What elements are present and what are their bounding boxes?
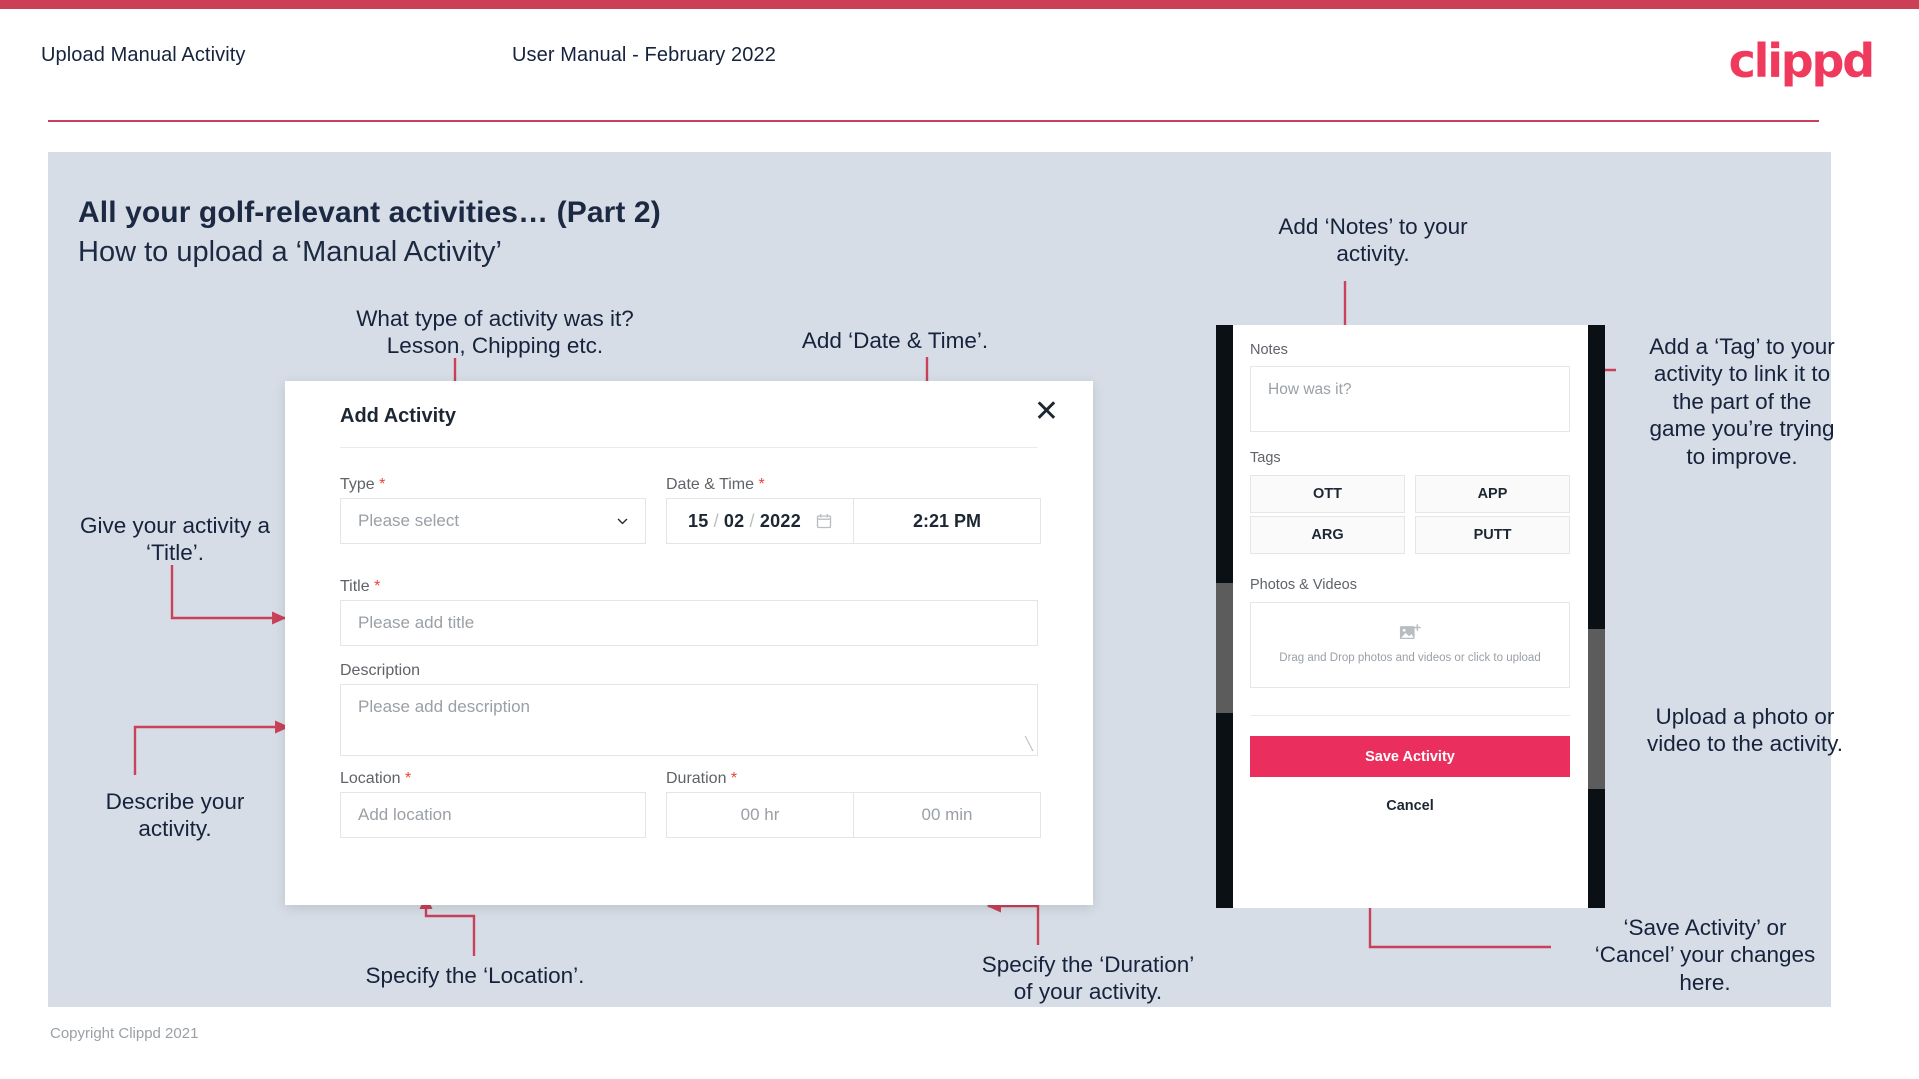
duration-minutes-input[interactable]: 00 min	[854, 793, 1040, 837]
location-placeholder: Add location	[358, 805, 452, 824]
annotation-tags: Add a ‘Tag’ to your activity to link it …	[1649, 334, 1835, 469]
time-input[interactable]: 2:21 PM	[854, 499, 1040, 543]
required-asterisk: *	[374, 476, 386, 493]
dialog-header: Add Activity ✕	[285, 381, 1093, 447]
annotation-duration: Specify the ‘Duration’ of your activity.	[981, 952, 1195, 1005]
tags-label: Tags	[1250, 450, 1281, 466]
type-placeholder: Please select	[358, 511, 460, 530]
required-asterisk: *	[400, 770, 412, 787]
annotation-location: Specify the ‘Location’.	[365, 963, 585, 988]
chevron-down-icon	[617, 518, 628, 525]
duration-label-text: Duration	[666, 770, 727, 787]
phone-power-button-right	[1588, 629, 1605, 789]
description-input[interactable]: Please add description ╲	[340, 684, 1038, 756]
annotation-description: Describe your activity.	[105, 789, 245, 842]
tag-app[interactable]: APP	[1415, 475, 1570, 513]
annotation-save: ‘Save Activity’ or ‘Cancel’ your changes…	[1594, 915, 1816, 995]
location-input[interactable]: Add location	[340, 792, 646, 838]
dropzone-text: Drag and Drop photos and videos or click…	[1279, 651, 1541, 664]
datetime-label-text: Date & Time	[666, 476, 755, 493]
slide-subtitle: How to upload a ‘Manual Activity’	[78, 236, 502, 268]
notes-label: Notes	[1250, 342, 1288, 358]
header-subtitle: User Manual - February 2022	[512, 44, 776, 66]
annotation-type: What type of activity was it? Lesson, Ch…	[356, 306, 634, 359]
duration-hours-input[interactable]: 00 hr	[667, 793, 853, 837]
page-title: Upload Manual Activity	[41, 44, 246, 66]
photo-dropzone[interactable]: Drag and Drop photos and videos or click…	[1250, 602, 1570, 688]
duration-field: 00 hr 00 min	[666, 792, 1041, 838]
date-sep-1: /	[713, 510, 719, 531]
calendar-icon[interactable]	[816, 513, 832, 529]
date-day: 15	[687, 510, 709, 531]
notes-input[interactable]: How was it?	[1250, 366, 1570, 432]
tag-putt[interactable]: PUTT	[1415, 516, 1570, 554]
title-label: Title *	[340, 578, 380, 596]
page-root: Upload Manual Activity User Manual - Feb…	[0, 0, 1919, 1079]
type-label: Type *	[340, 476, 385, 494]
description-placeholder: Please add description	[358, 697, 531, 716]
clippd-logo: clippd	[1728, 34, 1876, 88]
dialog-divider	[340, 447, 1038, 448]
required-asterisk: *	[369, 578, 381, 595]
type-select[interactable]: Please select	[340, 498, 646, 544]
top-accent-stripe	[0, 0, 1919, 9]
date-input[interactable]: 15 / 02 / 2022	[667, 499, 853, 543]
title-placeholder: Please add title	[358, 613, 475, 632]
location-label: Location *	[340, 770, 411, 788]
phone-divider	[1250, 715, 1570, 716]
header-divider	[48, 120, 1819, 122]
type-label-text: Type	[340, 476, 375, 493]
phone-volume-button-left	[1216, 583, 1233, 713]
title-label-text: Title	[340, 578, 370, 595]
phone-bezel-left	[1216, 325, 1233, 908]
date-year: 2022	[759, 510, 802, 531]
dialog-title: Add Activity	[340, 405, 456, 427]
datetime-field: 15 / 02 / 2022 2:21 PM	[666, 498, 1041, 544]
required-asterisk: *	[754, 476, 765, 493]
date-sep-2: /	[749, 510, 755, 531]
add-image-icon	[1399, 623, 1421, 639]
close-icon[interactable]: ✕	[1034, 397, 1059, 427]
add-activity-dialog: Add Activity ✕ Type * Please select Date…	[285, 381, 1093, 905]
photos-label: Photos & Videos	[1250, 577, 1357, 593]
description-label: Description	[340, 662, 421, 679]
annotation-upload: Upload a photo or video to the activity.	[1647, 704, 1843, 757]
resize-grip-icon[interactable]: ╲	[1025, 736, 1033, 752]
slide-title: All your golf-relevant activities… (Part…	[78, 196, 661, 229]
phone-screen: Notes How was it? Tags OTT APP ARG PUTT …	[1233, 325, 1588, 908]
save-activity-button[interactable]: Save Activity	[1250, 736, 1570, 777]
datetime-label: Date & Time *	[666, 476, 765, 494]
required-asterisk: *	[726, 770, 738, 787]
annotation-datetime: Add ‘Date & Time’.	[801, 328, 989, 353]
duration-label: Duration *	[666, 770, 737, 788]
title-input[interactable]: Please add title	[340, 600, 1038, 646]
location-label-text: Location	[340, 770, 401, 787]
tag-arg[interactable]: ARG	[1250, 516, 1405, 554]
notes-placeholder: How was it?	[1268, 381, 1352, 398]
annotation-notes: Add ‘Notes’ to your activity.	[1278, 214, 1468, 267]
phone-bezel-right	[1588, 325, 1605, 908]
footer-copyright: Copyright Clippd 2021	[50, 1025, 199, 1042]
tag-ott[interactable]: OTT	[1250, 475, 1405, 513]
cancel-button[interactable]: Cancel	[1250, 787, 1570, 825]
annotation-title: Give your activity a ‘Title’.	[79, 513, 271, 566]
date-month: 02	[723, 510, 745, 531]
